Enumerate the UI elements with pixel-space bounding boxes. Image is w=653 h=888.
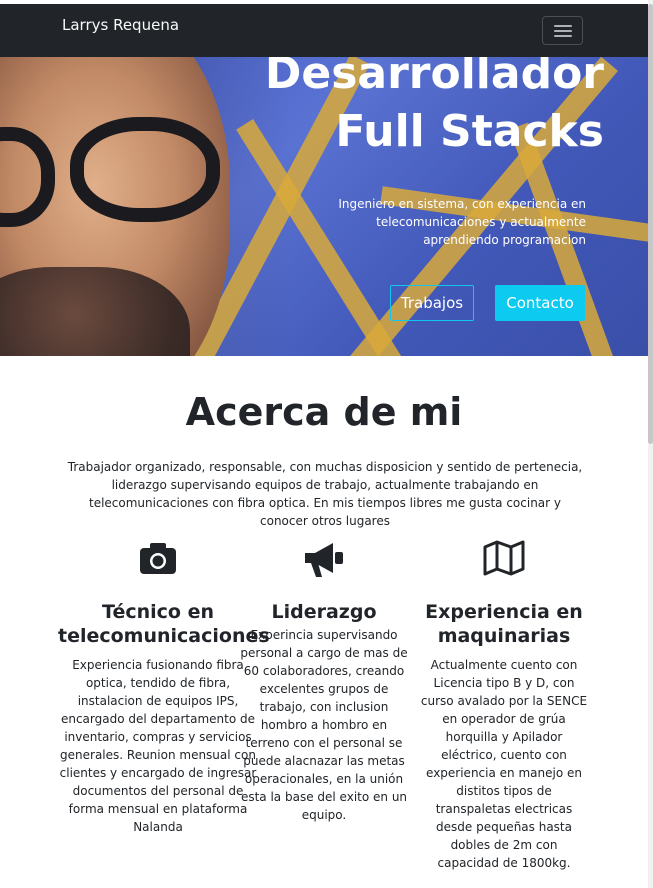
about-description: Trabajador organizado, responsable, con … [67, 460, 583, 528]
feature-leadership-text: Experincia supervisando personal a cargo… [240, 628, 408, 822]
feature-telecom: Técnico en telecomunicaciones Experienci… [58, 540, 270, 836]
page-scrollbar[interactable] [648, 0, 653, 888]
scrollbar-thumb[interactable] [648, 4, 653, 444]
feature-leadership-title: Liderazgo [271, 601, 377, 623]
contacto-button[interactable]: Contacto [495, 285, 585, 321]
megaphone-icon [239, 540, 409, 580]
hero-title-line2: Full Stacks [335, 106, 604, 157]
feature-telecom-title: Técnico en telecomunicaciones [58, 601, 270, 647]
brand-link[interactable]: Larrys Requena [62, 16, 179, 34]
feature-machinery-text: Actualmente cuento con Licencia tipo B y… [420, 658, 588, 870]
feature-leadership: Liderazgo Experincia supervisando person… [239, 540, 409, 824]
hero-title: Desarrollador Full Stacks [265, 57, 604, 161]
trabajos-button[interactable]: Trabajos [390, 285, 474, 321]
feature-telecom-text: Experiencia fusionando fibra optica, ten… [59, 658, 257, 834]
camera-icon [58, 540, 258, 580]
map-icon [420, 540, 588, 580]
portrait-glasses-right [70, 117, 220, 222]
about-title: Acerca de mi [185, 390, 463, 434]
feature-machinery: Experiencia en maquinarias Actualmente c… [420, 540, 588, 872]
feature-machinery-title: Experiencia en maquinarias [425, 601, 583, 647]
hero-subtitle: Ingeniero en sistema, con experiencia en… [338, 197, 586, 247]
top-navbar: Larrys Requena [0, 4, 648, 57]
hero-title-line1: Desarrollador [264, 57, 604, 99]
hero-section: Desarrollador Full Stacks Ingeniero en s… [0, 57, 648, 356]
hamburger-menu-icon[interactable] [542, 16, 583, 45]
